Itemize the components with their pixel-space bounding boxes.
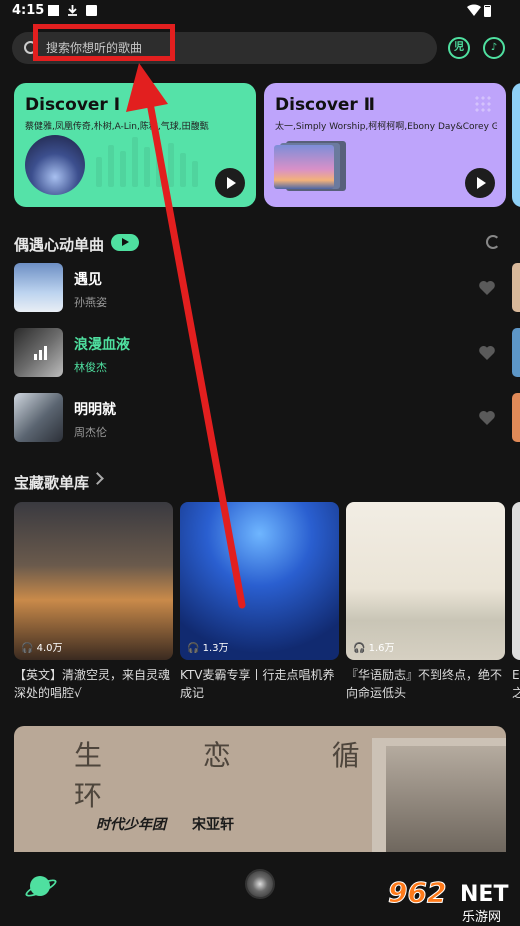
- song-row[interactable]: 浪漫血液 林俊杰: [14, 328, 504, 378]
- discover-subtitle: 蔡健雅,凤凰传奇,朴树,A-Lin,陈粒,气球,田馥甄: [25, 122, 209, 132]
- banner-artist: 宋亚轩: [192, 817, 234, 833]
- play-count: 🎧 1.6万: [353, 643, 395, 654]
- now-playing-disc[interactable]: [245, 869, 275, 899]
- play-button[interactable]: [215, 168, 245, 198]
- search-bar[interactable]: [12, 32, 437, 64]
- decor-bars: [96, 137, 198, 187]
- banner-brand: 时代少年团: [96, 817, 166, 833]
- song-cover: [14, 328, 63, 377]
- notification-icon: [48, 5, 59, 16]
- play-all-button[interactable]: [111, 234, 139, 251]
- banner-portrait: [386, 746, 506, 852]
- song-name: 浪漫血液: [74, 337, 130, 353]
- playlist-cover: 🎧 4.0万: [14, 502, 173, 660]
- playlist-title: 【英文】清澈空灵，来自灵魂深处的唱腔√: [14, 668, 171, 700]
- watermark-net: NET: [460, 882, 509, 907]
- chevron-right-icon[interactable]: [91, 472, 104, 485]
- promo-banner[interactable]: 生 恋 循 环 时代少年团 宋亚轩: [14, 726, 506, 852]
- play-count: 🎧 1.3万: [187, 643, 229, 654]
- app-notification-icon: [86, 5, 97, 16]
- song-row[interactable]: 遇见 孙燕姿: [14, 263, 504, 313]
- watermark-logo: 962 NET 乐游网: [380, 876, 515, 926]
- discover-planet-icon[interactable]: [30, 876, 50, 896]
- playlist-cover: 🎧 1.3万: [180, 502, 339, 660]
- dots-decoration: [474, 95, 492, 113]
- discover-card-3[interactable]: [512, 83, 520, 207]
- play-button[interactable]: [465, 168, 495, 198]
- wifi-icon: [467, 4, 481, 16]
- side-cover: [512, 393, 520, 442]
- play-count: 🎧 4.0万: [21, 643, 63, 654]
- discover-title: Discover Ⅰ: [25, 95, 121, 115]
- discover-card-2[interactable]: Discover Ⅱ 太一,Simply Worship,柯柯柯啊,Ebony …: [264, 83, 506, 207]
- discover-card-1[interactable]: Discover Ⅰ 蔡健雅,凤凰传奇,朴树,A-Lin,陈粒,气球,田馥甄: [14, 83, 256, 207]
- heart-icon[interactable]: [479, 345, 495, 360]
- song-artist: 孙燕姿: [74, 296, 107, 309]
- playlist-cover: [512, 502, 520, 660]
- status-time: 4:15: [12, 3, 45, 18]
- side-cover: [512, 328, 520, 377]
- playing-indicator-icon: [34, 346, 47, 360]
- search-icon: [24, 41, 37, 54]
- playlist-card[interactable]: 🎧 4.0万 【英文】清澈空灵，来自灵魂深处的唱腔√: [14, 502, 173, 702]
- discover-title: Discover Ⅱ: [275, 95, 375, 115]
- playlist-cover: 🎧 1.6万: [346, 502, 505, 660]
- section-title-songs: 偶遇心动单曲: [14, 236, 105, 254]
- playlist-card[interactable]: 🎧 1.3万 KTV麦霸专享丨行走点唱机养成记: [180, 502, 339, 702]
- song-name: 明明就: [74, 402, 116, 418]
- mode-icon[interactable]: 児: [448, 37, 470, 59]
- discover-subtitle: 太一,Simply Worship,柯柯柯啊,Ebony Day&Corey G…: [275, 122, 497, 132]
- watermark-sub: 乐游网: [462, 910, 502, 925]
- album-disc: [25, 135, 85, 195]
- music-recognition-icon[interactable]: ♪: [483, 37, 505, 59]
- song-artist: 周杰伦: [74, 426, 107, 439]
- playlist-card[interactable]: 🎧 1.6万 『华语励志』不到终点，绝不向命运低头: [346, 502, 505, 702]
- download-icon: [68, 5, 77, 16]
- refresh-icon[interactable]: [486, 235, 500, 249]
- search-input[interactable]: [46, 38, 416, 58]
- song-cover: [14, 263, 63, 312]
- song-cover: [14, 393, 63, 442]
- song-artist: 林俊杰: [74, 361, 107, 374]
- song-row[interactable]: 明明就 周杰伦: [14, 393, 504, 443]
- battery-icon: [484, 5, 491, 17]
- heart-icon[interactable]: [479, 410, 495, 425]
- song-name: 遇见: [74, 272, 102, 288]
- playlist-card[interactable]: E 之: [512, 502, 520, 702]
- album-stack: [274, 141, 346, 191]
- heart-icon[interactable]: [479, 280, 495, 295]
- playlist-title: 『华语励志』不到终点，绝不向命运低头: [346, 668, 503, 700]
- watermark-number: 962: [387, 876, 447, 910]
- playlist-title: E 之: [512, 668, 520, 700]
- section-title-playlists: 宝藏歌单库: [14, 474, 90, 492]
- side-cover: [512, 263, 520, 312]
- status-bar: 4:15: [0, 0, 520, 22]
- playlist-title: KTV麦霸专享丨行走点唱机养成记: [180, 668, 335, 700]
